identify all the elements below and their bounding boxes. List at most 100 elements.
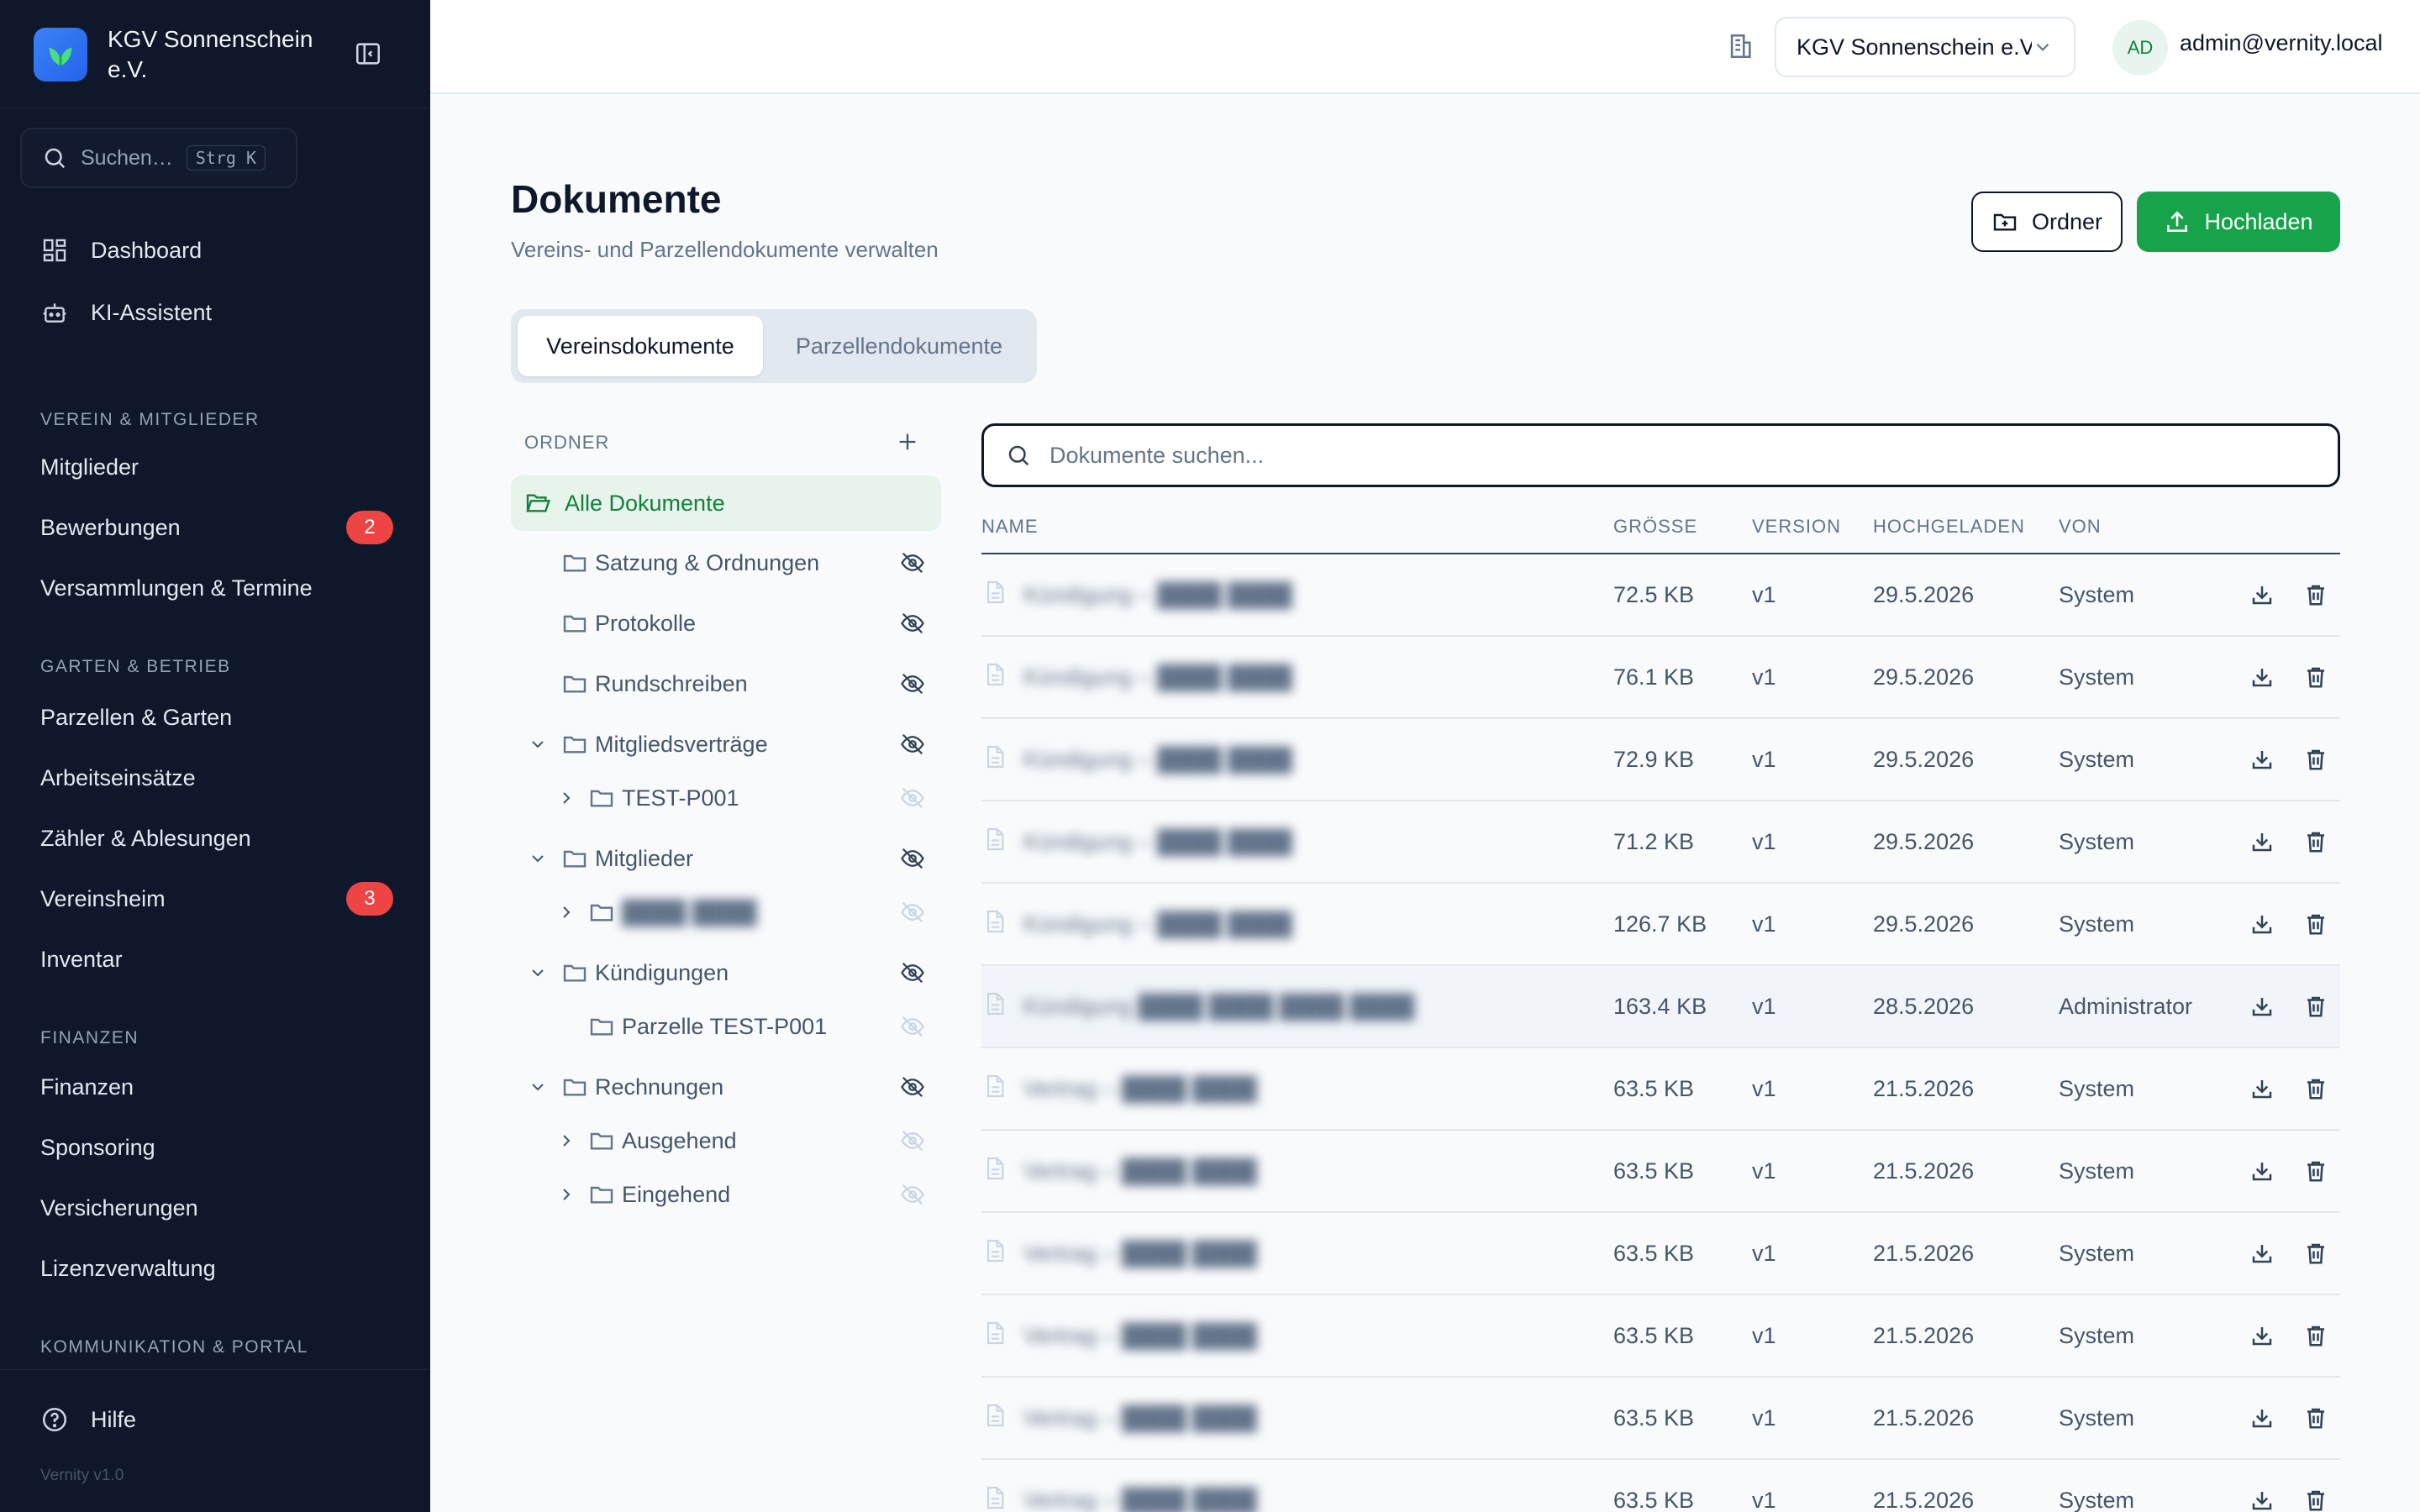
cell-name[interactable]: Vertrag – ████ ████ bbox=[981, 1048, 1257, 1129]
eye-off-icon[interactable] bbox=[897, 729, 928, 759]
download-icon[interactable] bbox=[2247, 991, 2277, 1021]
trash-icon[interactable] bbox=[2301, 1074, 2331, 1104]
folder-item[interactable]: Rundschreiben bbox=[561, 664, 748, 704]
sidebar-item-bewerbungen[interactable]: Bewerbungen 2 bbox=[40, 509, 393, 546]
folder-item[interactable]: Mitglieder bbox=[532, 838, 693, 879]
trash-icon[interactable] bbox=[2301, 991, 2331, 1021]
trash-icon[interactable] bbox=[2301, 662, 2331, 692]
eye-off-icon[interactable] bbox=[897, 843, 928, 874]
trash-icon[interactable] bbox=[2301, 744, 2331, 774]
folder-item[interactable]: Rechnungen bbox=[532, 1067, 723, 1107]
cell-name[interactable]: Vertrag – ████ ████ bbox=[981, 1213, 1257, 1294]
sidebar-item-lizenzverwaltung[interactable]: Lizenzverwaltung bbox=[40, 1250, 393, 1287]
download-icon[interactable] bbox=[2247, 580, 2277, 610]
cell-name[interactable]: Kündigung – ████ ████ bbox=[981, 884, 1292, 964]
document-search-input[interactable]: Dokumente suchen... bbox=[981, 423, 2340, 487]
chevron-down-icon[interactable] bbox=[528, 1077, 548, 1097]
trash-icon[interactable] bbox=[2301, 1238, 2331, 1268]
eye-off-icon[interactable] bbox=[897, 783, 928, 813]
column-header-uploaded[interactable]: HOCHGELADEN bbox=[1873, 516, 2025, 538]
eye-off-icon[interactable] bbox=[897, 1011, 928, 1042]
cell-name[interactable]: Vertrag – ████ ████ bbox=[981, 1378, 1257, 1458]
column-header-by[interactable]: VON bbox=[2059, 516, 2102, 538]
folder-all-documents[interactable]: Alle Dokumente bbox=[511, 475, 941, 531]
sidebar-item-sponsoring[interactable]: Sponsoring bbox=[40, 1129, 393, 1166]
user-email[interactable]: admin@vernity.local bbox=[2180, 30, 2383, 56]
tab-vereinsdokumente[interactable]: Vereinsdokumente bbox=[518, 316, 763, 376]
chevron-down-icon[interactable] bbox=[528, 734, 548, 754]
cell-name[interactable]: Kündigung – ████ ████ bbox=[981, 801, 1292, 882]
trash-icon[interactable] bbox=[2301, 1156, 2331, 1186]
download-icon[interactable] bbox=[2247, 662, 2277, 692]
table-row[interactable]: Kündigung ████ ████ ████ ████ 163.4 KB v1 2… bbox=[981, 966, 2340, 1048]
sidebar-item-versicherungen[interactable]: Versicherungen bbox=[40, 1189, 393, 1226]
organization-select[interactable]: KGV Sonnenschein e.V. bbox=[1775, 17, 2075, 77]
download-icon[interactable] bbox=[2247, 1320, 2277, 1351]
trash-icon[interactable] bbox=[2301, 1320, 2331, 1351]
download-icon[interactable] bbox=[2247, 1074, 2277, 1104]
sidebar-item-vereinsheim[interactable]: Vereinsheim 3 bbox=[40, 880, 393, 917]
cell-name[interactable]: Vertrag – ████ ████ bbox=[981, 1131, 1257, 1211]
sidebar-item-versammlungen[interactable]: Versammlungen & Termine bbox=[40, 570, 393, 606]
eye-off-icon[interactable] bbox=[897, 669, 928, 699]
chevron-right-icon[interactable] bbox=[556, 1131, 576, 1151]
table-row[interactable]: Kündigung – ████ ████ 71.2 KB v1 29.5.2026 S… bbox=[981, 801, 2340, 884]
table-row[interactable]: Kündigung – ████ ████ 72.5 KB v1 29.5.2026 S… bbox=[981, 554, 2340, 637]
cell-name[interactable]: Kündigung ████ ████ ████ ████ bbox=[981, 966, 1414, 1047]
chevron-down-icon[interactable] bbox=[528, 848, 548, 869]
folder-item[interactable]: Eingehend bbox=[563, 1174, 730, 1215]
folder-item[interactable]: ████ ████ bbox=[563, 892, 757, 932]
chevron-right-icon[interactable] bbox=[556, 902, 576, 922]
download-icon[interactable] bbox=[2247, 909, 2277, 939]
table-row[interactable]: Vertrag – ████ ████ 63.5 KB v1 21.5.2026 Sys… bbox=[981, 1213, 2340, 1295]
download-icon[interactable] bbox=[2247, 1403, 2277, 1433]
cell-name[interactable]: Kündigung – ████ ████ bbox=[981, 554, 1292, 635]
sidebar-item-zaehler[interactable]: Zähler & Ablesungen bbox=[40, 820, 393, 857]
column-header-name[interactable]: NAME bbox=[981, 516, 1039, 538]
download-icon[interactable] bbox=[2247, 744, 2277, 774]
eye-off-icon[interactable] bbox=[897, 608, 928, 638]
folder-item[interactable]: Satzung & Ordnungen bbox=[561, 543, 819, 583]
trash-icon[interactable] bbox=[2301, 827, 2331, 857]
cell-name[interactable]: Vertrag – ████ ████ bbox=[981, 1295, 1257, 1376]
table-row[interactable]: Vertrag – ████ ████ 63.5 KB v1 21.5.2026 Sys… bbox=[981, 1378, 2340, 1460]
sidebar-search[interactable]: Suchen… Strg K bbox=[20, 128, 297, 188]
upload-button[interactable]: Hochladen bbox=[2137, 192, 2340, 252]
download-icon[interactable] bbox=[2247, 1238, 2277, 1268]
cell-name[interactable]: Vertrag – ████ ████ bbox=[981, 1460, 1257, 1512]
folder-item[interactable]: Ausgehend bbox=[563, 1121, 737, 1161]
download-icon[interactable] bbox=[2247, 1156, 2277, 1186]
sidebar-item-inventar[interactable]: Inventar bbox=[40, 941, 393, 978]
column-header-size[interactable]: GRÖSSE bbox=[1613, 516, 1697, 538]
new-folder-button[interactable]: Ordner bbox=[1971, 192, 2123, 252]
sidebar-item-mitglieder[interactable]: Mitglieder bbox=[40, 449, 393, 486]
download-icon[interactable] bbox=[2247, 1485, 2277, 1512]
sidebar-item-arbeitseinsaetze[interactable]: Arbeitseinsätze bbox=[40, 759, 393, 796]
sidebar-item-dashboard[interactable]: Dashboard bbox=[40, 232, 393, 269]
brand[interactable]: KGV Sonnenschein e.V. bbox=[34, 25, 387, 84]
table-row[interactable]: Vertrag – ████ ████ 63.5 KB v1 21.5.2026 Sys… bbox=[981, 1295, 2340, 1378]
sidebar-item-finanzen[interactable]: Finanzen bbox=[40, 1068, 393, 1105]
sidebar-item-parzellen[interactable]: Parzellen & Garten bbox=[40, 699, 393, 736]
trash-icon[interactable] bbox=[2301, 580, 2331, 610]
folder-item[interactable]: Protokolle bbox=[561, 603, 696, 643]
trash-icon[interactable] bbox=[2301, 1485, 2331, 1512]
table-row[interactable]: Vertrag – ████ ████ 63.5 KB v1 21.5.2026 Sys… bbox=[981, 1460, 2340, 1512]
cell-name[interactable]: Kündigung – ████ ████ bbox=[981, 719, 1292, 800]
add-folder-button[interactable] bbox=[892, 427, 923, 457]
sidebar-item-hilfe[interactable]: Hilfe bbox=[40, 1401, 393, 1438]
cell-name[interactable]: Kündigung – ████ ████ bbox=[981, 637, 1292, 717]
table-row[interactable]: Kündigung – ████ ████ 126.7 KB v1 29.5.2026… bbox=[981, 884, 2340, 966]
table-row[interactable]: Kündigung – ████ ████ 72.9 KB v1 29.5.2026 S… bbox=[981, 719, 2340, 801]
table-row[interactable]: Vertrag – ████ ████ 63.5 KB v1 21.5.2026 Sys… bbox=[981, 1131, 2340, 1213]
folder-item[interactable]: Kündigungen bbox=[532, 953, 729, 993]
eye-off-icon[interactable] bbox=[897, 1179, 928, 1210]
eye-off-icon[interactable] bbox=[897, 958, 928, 988]
folder-item[interactable]: Parzelle TEST-P001 bbox=[588, 1006, 827, 1047]
eye-off-icon[interactable] bbox=[897, 548, 928, 578]
table-row[interactable]: Vertrag – ████ ████ 63.5 KB v1 21.5.2026 Sys… bbox=[981, 1048, 2340, 1131]
avatar[interactable]: AD bbox=[2112, 20, 2168, 76]
eye-off-icon[interactable] bbox=[897, 1126, 928, 1156]
column-header-version[interactable]: VERSION bbox=[1752, 516, 1841, 538]
download-icon[interactable] bbox=[2247, 827, 2277, 857]
